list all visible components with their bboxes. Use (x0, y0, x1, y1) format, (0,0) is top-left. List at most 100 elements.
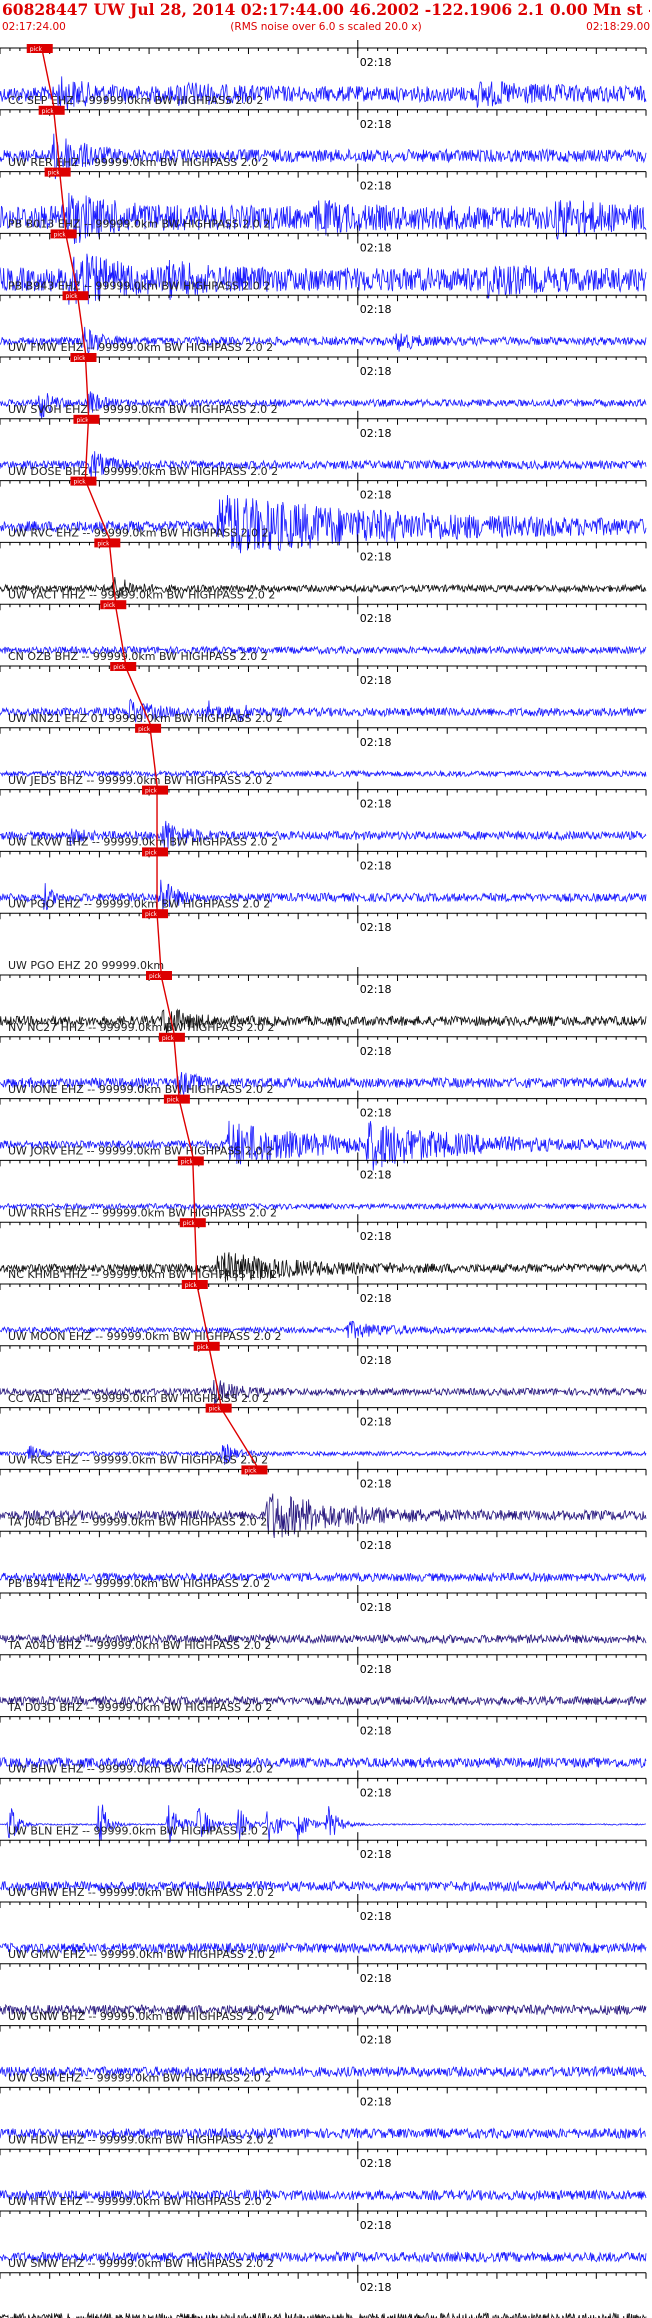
minute-mark-label: 02:18 (360, 1725, 392, 1738)
minute-mark-label: 02:18 (360, 612, 392, 625)
station-label: UW GSM EHZ -- 99999.0km BW HIGHPASS 2.0 … (8, 2072, 271, 2085)
station-label: UW RVC EHZ -- 99999.0km BW HIGHPASS 2.0 … (8, 527, 269, 540)
pick-label: pick (73, 355, 86, 362)
pick-label: pick (244, 1467, 257, 1474)
pick-label: pick (97, 540, 110, 547)
trace-30: 02:18 UW GMW EHZ -- 99999.0km BW HIGHPASS… (0, 1894, 647, 1961)
station-label: UW RRHS EHZ -- 99999.0km BW HIGHPASS 2.0… (8, 1206, 277, 1219)
trace-36: 02:18UW STOR BHZ -- 99999.0km BW HIGHPAS… (0, 2264, 647, 2318)
minute-mark-label: 02:18 (360, 1230, 392, 1243)
trace-29: 02:18 UW GHW EHZ -- 99999.0km BW HIGHPASS… (0, 1832, 647, 1899)
station-label: UW SVOH EHZ -- 99999.0km BW HIGHPASS 2.0… (8, 403, 278, 416)
trace-28: 02:18 UW BLN EHZ -- 99999.0km BW HIGHPASS… (0, 1770, 647, 1843)
minute-mark-label: 02:18 (360, 489, 392, 502)
minute-mark-label: 02:18 (360, 921, 392, 934)
trace-12: 02:18 UW LKVW EHZ -- 99999.0km BW HIGHPAS… (0, 781, 647, 849)
trace-11: 02:18 UW JEDS BHZ -- 99999.0km BW HIGHPAS… (0, 719, 647, 787)
pick-label: pick (76, 417, 89, 424)
station-label: UW MOON EHZ -- 99999.0km BW HIGHPASS 2.0… (8, 1330, 281, 1343)
trace-2: 02:18 PB B013 EHZ -- 99999.0km BW HIGHPAS… (0, 163, 647, 245)
trace-10: 02:18UW NN21 EHZ 01 99999.0km BW HIGHPAS… (0, 658, 647, 725)
station-label: UW BLN EHZ -- 99999.0km BW HIGHPASS 2.0 … (8, 1824, 268, 1837)
pick-label: pick (183, 1220, 196, 1227)
trace-3: 02:18 PB B943 EHZ -- 99999.0km BW HIGHPAS… (0, 225, 647, 305)
minute-mark-label: 02:18 (360, 1045, 392, 1058)
pick-label: pick (138, 726, 151, 733)
pick-label: pick (145, 911, 158, 918)
trace-16: 02:18 UW IONE EHZ -- 99999.0km BW HIGHPAS… (0, 1028, 647, 1096)
station-label: UW JEDS BHZ -- 99999.0km BW HIGHPASS 2.0… (8, 774, 273, 787)
end-time-label: 02:18:29.00 (586, 21, 650, 33)
trace-14: 02:18 UW PGO EHZ 20 99999.0km pick (0, 905, 647, 972)
trace-23: 02:18 TA J04D BHZ -- 99999.0km BW HIGHPAS… (0, 1461, 647, 1539)
trace-4: 02:18 UW FMW EHZ -- 99999.0km BW HIGHPASS… (0, 287, 647, 354)
station-label: UW DOSE BHZ -- 99999.0km BW HIGHPASS 2.0… (8, 465, 278, 478)
station-label: UW HDW EHZ -- 99999.0km BW HIGHPASS 2.0 … (8, 2133, 274, 2146)
station-label: NC KHMB HHZ -- 99999.0km BW HIGHPASS 2.0… (8, 1268, 277, 1281)
station-label: UW IONE EHZ -- 99999.0km BW HIGHPASS 2.0… (8, 1083, 274, 1096)
pick-label: pick (42, 108, 55, 115)
trace-8: 02:18 UW YACT HHZ -- 99999.0km BW HIGHPAS… (0, 534, 647, 601)
station-label: CC VALT BHZ -- 99999.0km BW HIGHPASS 2.0… (8, 1392, 269, 1405)
station-label: UW YACT HHZ -- 99999.0km BW HIGHPASS 2.0… (8, 588, 275, 601)
minute-mark-label: 02:18 (360, 1354, 392, 1367)
minute-mark-label: 02:18 (360, 2034, 392, 2047)
minute-mark-label: 02:18 (360, 118, 392, 131)
station-label: UW JORV EHZ -- 99999.0km BW HIGHPASS 2.0… (8, 1145, 273, 1158)
station-label: UW RCS EHZ -- 99999.0km BW HIGHPASS 2.0 … (8, 1454, 268, 1467)
minute-mark-label: 02:18 (360, 1972, 392, 1985)
pick-label: pick (167, 1097, 180, 1104)
pick-label: pick (73, 479, 86, 486)
minute-mark-label: 02:18 (360, 2095, 392, 2108)
trace-24: 02:18 PB B941 EHZ -- 99999.0km BW HIGHPAS… (0, 1523, 647, 1590)
pick-label: pick (209, 1406, 222, 1413)
trace-35: 02:18 UW SMW EHZ -- 99999.0km BW HIGHPASS… (0, 2203, 647, 2270)
pick-label: pick (197, 1344, 210, 1351)
station-label: UW SMW EHZ -- 99999.0km BW HIGHPASS 2.0 … (8, 2257, 274, 2270)
waveform (0, 2311, 647, 2318)
pick-label: pick (185, 1282, 198, 1289)
minute-mark-label: 02:18 (360, 1292, 392, 1305)
minute-mark-label: 02:18 (360, 1786, 392, 1799)
station-label: TA A04D BHZ -- 99999.0km BW HIGHPASS 2.0… (7, 1639, 271, 1652)
minute-mark-label: 02:18 (360, 365, 392, 378)
trace-19: 02:18 NC KHMB HHZ -- 99999.0km BW HIGHPAS… (0, 1214, 647, 1283)
minute-mark-label: 02:18 (360, 1539, 392, 1552)
pick-label: pick (145, 849, 158, 856)
station-label: UW PGO EHZ -- 99999.0km BW HIGHPASS 2.0 … (8, 897, 270, 910)
minute-mark-label: 02:18 (360, 550, 392, 563)
trace-32: 02:18 UW GSM EHZ -- 99999.0km BW HIGHPASS… (0, 2017, 647, 2085)
trace-33: 02:18 UW HDW EHZ -- 99999.0km BW HIGHPASS… (0, 2079, 647, 2146)
minute-mark-label: 02:18 (360, 56, 392, 69)
minute-mark-label: 02:18 (360, 983, 392, 996)
minute-mark-label: 02:18 (360, 427, 392, 440)
trace-1: 02:18 UW RER EHZ -- 99999.0km BW HIGHPASS… (0, 101, 647, 180)
station-label: PB B013 EHZ -- 99999.0km BW HIGHPASS 2.0… (8, 218, 270, 231)
minute-mark-label: 02:18 (360, 1477, 392, 1490)
minute-mark-label: 02:18 (360, 1663, 392, 1676)
station-label: UW HTW EHZ -- 99999.0km BW HIGHPASS 2.0 … (8, 2195, 272, 2208)
minute-mark-label: 02:18 (360, 2281, 392, 2294)
station-label: UW GHW EHZ -- 99999.0km BW HIGHPASS 2.0 … (8, 1886, 274, 1899)
station-label: CN OZB BHZ -- 99999.0km BW HIGHPASS 2.0 … (8, 650, 268, 663)
station-label: PB B941 EHZ -- 99999.0km BW HIGHPASS 2.0… (8, 1577, 270, 1590)
rms-noise-note: (RMS noise over 6.0 s scaled 20.0 x) (230, 21, 422, 33)
minute-mark-label: 02:18 (360, 303, 392, 316)
minute-mark-label: 02:18 (360, 798, 392, 811)
station-label: UW GNW BHZ -- 99999.0km BW HIGHPASS 2.0 … (8, 2010, 275, 2023)
trace-21: 02:18 CC VALT BHZ -- 99999.0km BW HIGHPAS… (0, 1337, 647, 1405)
minute-mark-label: 02:18 (360, 859, 392, 872)
trace-15: 02:18 NV NC27 HHZ -- 99999.0km BW HIGHPAS… (0, 967, 647, 1034)
station-label: UW BHW EHZ -- 99999.0km BW HIGHPASS 2.0 … (8, 1763, 273, 1776)
seismogram-section: 02:18 CC SEP EHZ -- 99999.0km BW HIGHPASS… (0, 40, 647, 2318)
trace-27: 02:18 UW BHW EHZ -- 99999.0km BW HIGHPASS… (0, 1708, 647, 1776)
trace-25: 02:18 TA A04D BHZ -- 99999.0km BW HIGHPAS… (0, 1585, 647, 1652)
page-title: 60828447 UW Jul 28, 2014 02:17:44.00 46.… (2, 0, 650, 19)
pick-label: pick (66, 293, 79, 300)
minute-mark-label: 02:18 (360, 674, 392, 687)
trace-18: 02:18 UW RRHS EHZ -- 99999.0km BW HIGHPAS… (0, 1152, 647, 1219)
minute-mark-label: 02:18 (360, 2157, 392, 2170)
trace-34: 02:18 UW HTW EHZ -- 99999.0km BW HIGHPASS… (0, 2141, 647, 2208)
station-label: UW RER EHZ -- 99999.0km BW HIGHPASS 2.0 … (8, 156, 269, 169)
pick-label: pick (48, 170, 61, 177)
